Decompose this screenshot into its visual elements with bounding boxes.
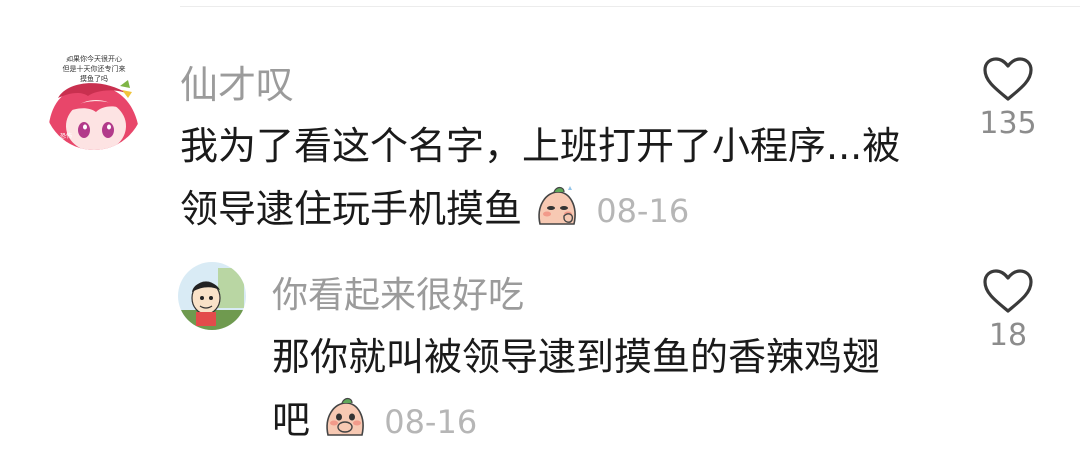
like-count: 135 — [979, 106, 1037, 141]
comment-text: 我为了看这个名字，上班打开了小程序...被 — [180, 115, 900, 170]
comment-date: 08-16 — [596, 192, 690, 230]
like-count: 18 — [988, 318, 1028, 353]
embarrassed-face-emoji-icon — [534, 184, 580, 239]
comment-username[interactable]: 仙才叹 — [180, 54, 294, 109]
avatar-caption: 如果你今天很开心 — [66, 54, 122, 63]
reply-date: 08-16 — [384, 403, 478, 441]
avatar-caption: 但是十天你还专门来 — [63, 64, 126, 73]
like-button[interactable]: 18 — [968, 268, 1048, 353]
reply-text-line: 吧 — [272, 398, 311, 442]
comment-text: 领导逮住玩手机摸鱼 08-16 — [180, 178, 689, 239]
anime-girl-avatar-icon: 如果你今天很开心 但是十天你还专门来 摸鱼了吗 恐怖 — [44, 50, 144, 150]
reply-text-line: 那你就叫被领导逮到摸鱼的香辣鸡翅 — [272, 335, 881, 379]
reply-text: 那你就叫被领导逮到摸鱼的香辣鸡翅 — [272, 326, 880, 381]
reply-text: 吧 08-16 — [272, 389, 477, 450]
heart-icon — [983, 269, 1033, 313]
comment-text-line: 我为了看这个名字，上班打开了小程序...被 — [180, 124, 901, 168]
reply-username[interactable]: 你看起来很好吃 — [272, 266, 524, 318]
avatar-tag: 恐怖 — [60, 132, 72, 140]
cartoon-boy-avatar-icon — [178, 262, 246, 330]
avatar-caption: 摸鱼了吗 — [80, 74, 108, 83]
comment-text-line: 领导逮住玩手机摸鱼 — [180, 187, 523, 231]
like-button[interactable]: 135 — [968, 56, 1048, 141]
avatar[interactable]: 如果你今天很开心 但是十天你还专门来 摸鱼了吗 恐怖 — [44, 50, 144, 150]
covering-mouth-face-emoji-icon — [322, 395, 368, 450]
heart-icon — [983, 57, 1033, 101]
top-divider — [180, 6, 1080, 7]
avatar[interactable] — [178, 262, 246, 330]
